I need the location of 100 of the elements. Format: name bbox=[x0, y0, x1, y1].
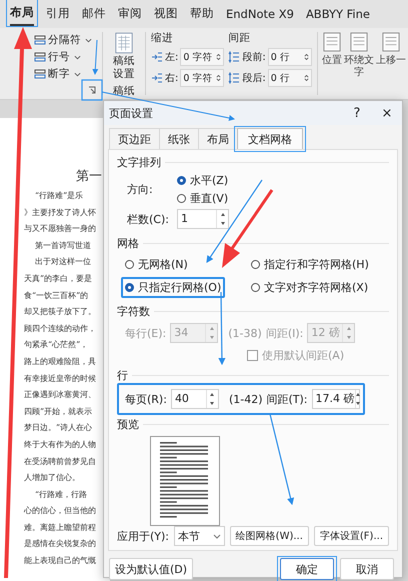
spacing-icon bbox=[228, 72, 240, 84]
radio-option[interactable]: 指定行和字符网格(H) bbox=[251, 257, 369, 272]
indent-icon bbox=[151, 72, 163, 84]
dialog-button[interactable]: 字体设置(F)... bbox=[314, 526, 389, 546]
document-text: 能上表现自己的气慨 bbox=[23, 555, 97, 568]
range-text: (1-38) bbox=[228, 326, 262, 340]
field-label: 间距(I): bbox=[266, 326, 304, 340]
lines-per-page-field[interactable]: 40 bbox=[170, 389, 219, 409]
dialog-tab[interactable]: 文档网格 bbox=[237, 128, 303, 149]
field-label: 栏数(C): bbox=[127, 212, 170, 226]
dialog-title: 页面设置 bbox=[109, 106, 154, 120]
chevron-icon bbox=[212, 534, 221, 538]
section-heading: 网格 bbox=[117, 236, 139, 251]
spacing-icon bbox=[228, 51, 240, 63]
line-pitch-field[interactable]: 17.4 磅 bbox=[312, 389, 360, 409]
ribbon-tab[interactable]: EndNote X9 bbox=[226, 4, 294, 24]
field-label: 段前: bbox=[242, 51, 266, 64]
radio-option[interactable]: 水平(Z) bbox=[177, 173, 389, 188]
spinner-arrows-icon[interactable] bbox=[216, 52, 222, 62]
document-text: 路上的艰难险阻，具 bbox=[23, 356, 97, 368]
cancel-button[interactable]: 取消 bbox=[340, 558, 394, 580]
ribbon-tab[interactable]: ABBYY Fine bbox=[306, 4, 370, 24]
indent-field[interactable]: 0 字符 bbox=[180, 48, 224, 66]
ribbon-tab[interactable]: 帮助 bbox=[190, 3, 214, 25]
spinner-arrows-icon[interactable] bbox=[304, 52, 309, 62]
group-label: 稿纸 bbox=[113, 84, 135, 98]
spinner-arrows-icon[interactable] bbox=[304, 73, 309, 83]
ribbon-tab[interactable]: 引用 bbox=[46, 3, 70, 25]
document-text: 第一 bbox=[75, 168, 103, 186]
indent-icon bbox=[151, 51, 163, 63]
document-text: 食“一饮三百杯”的 bbox=[23, 290, 90, 302]
document-text: 出于对这样一位 bbox=[34, 256, 92, 268]
page-icon bbox=[322, 32, 341, 52]
page-icon bbox=[382, 32, 400, 52]
document-text: 句紧承“心茫然”， bbox=[23, 339, 90, 352]
highlight-frame bbox=[6, 0, 38, 27]
group-label: 间距 bbox=[228, 31, 252, 45]
document-text: 在受汤聘前曾梦见自 bbox=[23, 456, 97, 468]
arrow bbox=[92, 40, 98, 75]
document-text: 与又不愿独善一身的 bbox=[23, 223, 97, 236]
chevron-icon bbox=[74, 72, 81, 76]
highlight-frame bbox=[81, 79, 103, 101]
spacing-field[interactable]: 0 行 bbox=[268, 48, 312, 66]
section-heading: 文字排列 bbox=[117, 155, 161, 170]
lines-icon bbox=[34, 68, 46, 80]
ribbon-command[interactable]: 分隔符 bbox=[34, 33, 100, 47]
close-button[interactable]: × bbox=[372, 101, 402, 125]
document-text: 终于大有作为的人物 bbox=[23, 438, 97, 451]
dialog-tab[interactable]: 页边距 bbox=[109, 128, 160, 149]
document-text: 第一首诗写世道 bbox=[34, 240, 92, 252]
field-label: 段后: bbox=[242, 72, 266, 85]
columns-field[interactable]: 1 bbox=[177, 209, 229, 229]
help-button[interactable]: ? bbox=[342, 101, 372, 125]
radio-option[interactable]: 文字对齐字符网格(X) bbox=[251, 280, 368, 295]
range-text: (1-42) bbox=[228, 392, 262, 406]
ribbon-tab[interactable]: 布局 bbox=[10, 2, 34, 26]
document-text: “行路难，行路 bbox=[34, 488, 88, 501]
dialog-launcher-icon[interactable] bbox=[88, 86, 96, 94]
section-heading: 字符数 bbox=[117, 304, 150, 319]
chevron-icon bbox=[74, 54, 81, 60]
ribbon-command[interactable]: 断字 bbox=[34, 67, 100, 81]
document-text: “行路难”是乐 bbox=[34, 190, 84, 202]
ribbon-tab[interactable]: 视图 bbox=[154, 3, 178, 25]
chevron-icon bbox=[85, 38, 92, 42]
apply-to-dropdown[interactable]: 本节 bbox=[174, 526, 225, 546]
radio-option[interactable]: 垂直(V) bbox=[177, 191, 389, 206]
field-label: 每行(E): bbox=[125, 326, 166, 340]
document-text: 》主要抒发了诗人怀 bbox=[23, 206, 97, 219]
field-label: 右: bbox=[165, 72, 178, 85]
field-label: 应用于(Y): bbox=[117, 528, 170, 544]
ribbon-tab[interactable]: 审阅 bbox=[118, 3, 142, 25]
document-text: 正像遇到冰塞黄河、 bbox=[23, 389, 97, 402]
dialog-button[interactable]: 绘图网格(W)... bbox=[230, 526, 309, 546]
section-heading: 行 bbox=[117, 368, 128, 383]
lines-icon bbox=[34, 34, 46, 46]
document-text: 是感情在尖锐复杂的 bbox=[23, 538, 97, 550]
field-label: 方向: bbox=[127, 182, 154, 197]
indent-field[interactable]: 0 字符 bbox=[180, 69, 224, 87]
field-label: 间距(T): bbox=[266, 392, 308, 406]
document-text: 有幸接近皇帝的时候 bbox=[23, 372, 97, 385]
group-label: 缩进 bbox=[151, 31, 174, 45]
radio-option[interactable]: 只指定行网格(O) bbox=[125, 280, 222, 295]
document-text: 却又把筷子放下了。 bbox=[23, 306, 97, 318]
spinner-arrows-icon[interactable] bbox=[216, 73, 222, 83]
ribbon-tab[interactable]: 邮件 bbox=[82, 3, 106, 25]
arrange-command[interactable]: 位置 bbox=[322, 32, 342, 99]
document-text: 顾四个连续的动作， bbox=[23, 322, 97, 335]
radio-option[interactable]: 无网格(N) bbox=[125, 257, 188, 272]
ok-button[interactable]: 确定 bbox=[280, 558, 334, 580]
arrange-command[interactable]: 上移一 bbox=[376, 32, 406, 99]
set-default-button[interactable]: 设为默认值(D) bbox=[109, 558, 194, 580]
spacing-field[interactable]: 0 行 bbox=[268, 69, 312, 87]
field-label: 左: bbox=[165, 51, 178, 64]
arrange-command[interactable]: 环绕文 字 bbox=[344, 32, 374, 99]
lines-icon bbox=[34, 51, 46, 63]
document-text: 梦日边。”诗人在心 bbox=[23, 422, 94, 434]
ribbon-command[interactable]: 行号 bbox=[34, 50, 100, 64]
document-text: 心的信心，但当他的 bbox=[23, 505, 97, 518]
section-heading: 预览 bbox=[117, 417, 139, 432]
manuscript-settings-button[interactable]: 稿纸 设置 bbox=[113, 32, 135, 81]
